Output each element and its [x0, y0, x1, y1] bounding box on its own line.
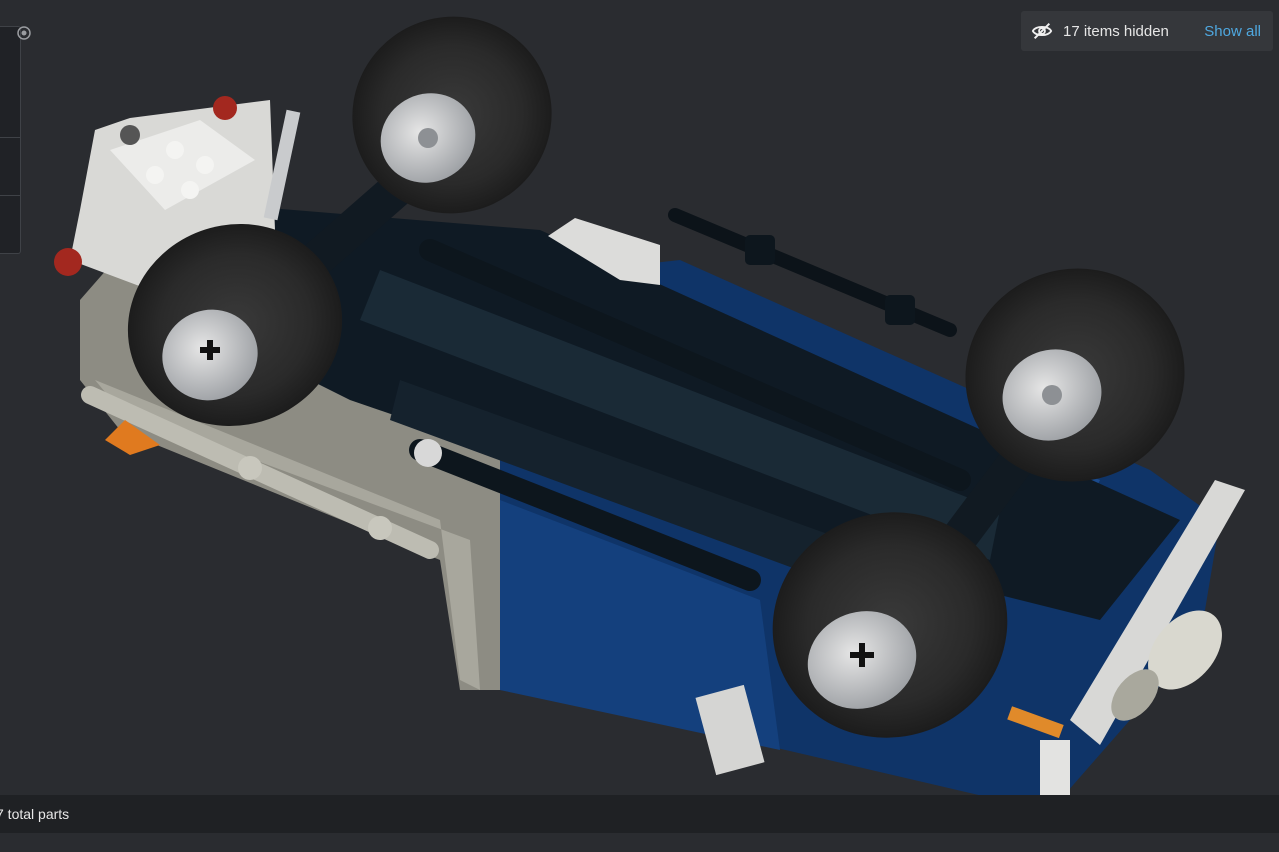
- 3d-viewport[interactable]: [0, 0, 1279, 852]
- left-tool-panel[interactable]: [0, 26, 21, 254]
- eye-off-icon: [1031, 22, 1053, 40]
- red-light-2: [54, 248, 82, 276]
- red-light-1: [213, 96, 237, 120]
- panel-divider: [0, 195, 20, 196]
- show-all-link[interactable]: Show all: [1204, 23, 1261, 40]
- status-bar: 7 total parts: [0, 795, 1279, 833]
- total-parts-text: 7 total parts: [0, 806, 70, 822]
- panel-divider: [0, 137, 20, 138]
- model-render[interactable]: [0, 0, 1279, 852]
- target-icon[interactable]: [17, 26, 31, 40]
- hidden-items-bar: 17 items hidden Show all: [1021, 11, 1273, 51]
- hidden-count-text: 17 items hidden: [1063, 22, 1169, 40]
